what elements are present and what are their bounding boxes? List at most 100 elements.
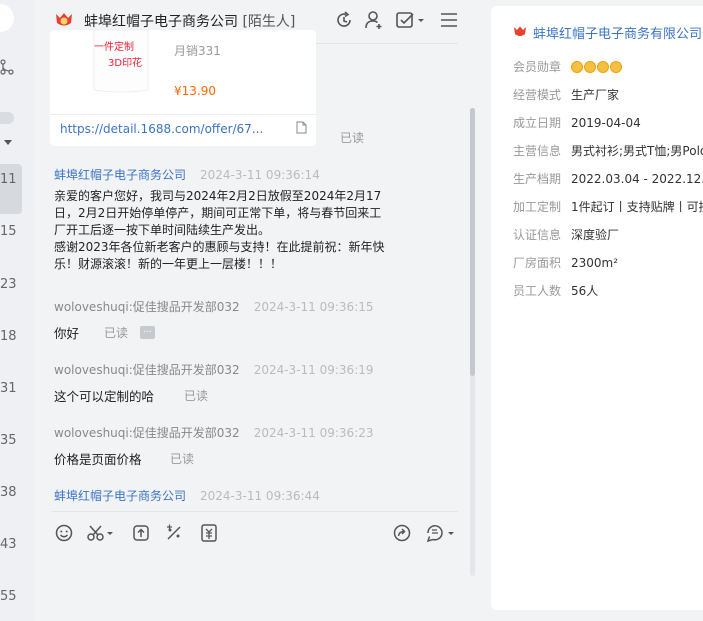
product-price: ¥13.90 [174,84,216,98]
message-text: 价格是页面价格 [54,452,142,467]
info-value: 生产厂家 [571,88,620,102]
info-label: 厂房面积 [513,256,562,270]
sender-name[interactable]: 蚌埠红帽子电子商务公司 [54,489,186,503]
info-row: 会员勋章 [513,58,623,75]
list-item-count: 31 [0,381,17,396]
info-row: 生产档期 2022.03.04 - 2022.12.31 [513,170,703,187]
product-image-text: 3D印花 [108,58,143,69]
shop-info-panel: 蚌埠红帽子电子商务有限公司 会员勋章 经营模式 生产厂家 成立日期 2019-04-… [491,6,703,610]
info-value: 56人 [571,284,599,298]
info-value: 1件起订丨支持贴牌丨可接 [571,200,703,214]
info-value: 2022.03.04 - 2022.12.31 [571,172,703,186]
list-item-count: 35 [0,433,17,448]
medal-icon [610,61,622,73]
message-time: 2024-3-11 09:36:19 [253,363,374,377]
conversation-list-strip: 11 15 23 18 31 35 38 43 55 [0,0,34,621]
info-row: 厂房面积 2300m² [513,254,618,271]
medal-icon [584,61,596,73]
message-time: 2024-3-11 09:36:15 [253,300,374,314]
info-row: 员工人数 56人 [513,282,598,299]
refresh-icon[interactable] [333,9,355,31]
shop-full-name[interactable]: 蚌埠红帽子电子商务有限公司 [533,23,702,42]
product-image-text: 一件定制 [94,42,134,53]
medal-icon [571,61,583,73]
emoji-icon[interactable] [54,523,74,543]
upload-file-icon[interactable] [131,523,151,543]
message-header: woloveshuqi:促佳搜品开发部032 2024-3-11 09:36:15 [54,298,374,315]
info-label: 会员勋章 [513,60,562,74]
product-sales: 月销331 [174,44,221,58]
shop-logo-icon [513,26,527,38]
read-status: 已读 [184,389,209,403]
message-text: 你好 [54,326,80,341]
info-row: 经营模式 生产厂家 [513,86,619,103]
info-value: 男式衬衫;男式T恤;男Polo [571,144,703,158]
message-header: woloveshuqi:促佳搜品开发部032 2024-3-11 09:36:23 [54,424,374,441]
list-item-count: 43 [0,537,17,552]
list-item-count: 38 [0,485,17,500]
sender-name[interactable]: woloveshuqi:促佳搜品开发部032 [54,363,240,377]
info-label: 员工人数 [513,284,562,298]
task-check-icon[interactable] [394,9,426,31]
message-text: 亲爱的客户您好，我司与2024年2月2日放假至2024年2月17 日，2月2日开… [54,188,394,273]
message-text: 这个可以定制的哈 [54,389,155,404]
medal-icon [597,61,609,73]
message-time: 2024-3-11 09:36:23 [253,426,374,440]
file-icon[interactable] [296,121,307,134]
read-status: 已读 [340,131,365,145]
message-time: 2024-3-11 09:36:44 [200,489,320,503]
message-line: 感谢2023年各位新老客户的惠顾与支持！在此提前祝：新年快 [54,240,385,254]
list-item-count: 11 [0,172,17,187]
quick-reply-icon[interactable] [425,523,457,543]
info-row: 认证信息 深度验厂 [513,226,619,243]
info-label: 主营信息 [513,144,562,158]
info-value: 深度验厂 [571,228,620,242]
message-line: 厂开工后逐一按下单时间陆续生产发出。 [54,223,271,237]
list-item-count: 55 [0,589,17,604]
more-icon[interactable]: ... [140,326,155,339]
info-row: 主营信息 男式衬衫;男式T恤;男Polo [513,142,703,159]
info-label: 认证信息 [513,228,562,242]
chevron-down-icon[interactable] [4,140,12,145]
info-row: 加工定制 1件起订丨支持贴牌丨可接 [513,198,703,215]
invoice-icon[interactable] [199,523,219,543]
avatar[interactable] [0,4,14,32]
toggle-switch[interactable] [0,112,14,124]
discount-icon[interactable] [164,523,184,543]
list-item-count: 15 [0,224,17,239]
message-line: 日，2月2日开始停单停产，期间可正常下单，将与春节回来工 [54,206,382,220]
product-card[interactable]: 一件定制 3D印花 月销331 ¥13.90 https://detail.16… [50,30,316,146]
message-line: 亲爱的客户您好，我司与2024年2月2日放假至2024年2月17 [54,189,382,203]
scrollbar-thumb[interactable] [470,108,475,376]
sender-name[interactable]: 蚌埠红帽子电子商务公司 [54,168,186,182]
message-header: 蚌埠红帽子电子商务公司 2024-3-11 09:36:44 [54,487,320,504]
sender-name[interactable]: woloveshuqi:促佳搜品开发部032 [54,426,240,440]
message-header: woloveshuqi:促佳搜品开发部032 2024-3-11 09:36:19 [54,361,374,378]
info-row: 成立日期 2019-04-04 [513,114,641,131]
shop-logo-icon [54,11,74,29]
info-label: 生产档期 [513,172,562,186]
read-status: 已读 [104,326,129,340]
read-status: 已读 [170,452,195,466]
list-item-count: 23 [0,277,17,292]
message-header: 蚌埠红帽子电子商务公司 2024-3-11 09:36:14 [54,166,320,183]
list-item-count: 18 [0,329,17,344]
info-value: 2019-04-04 [571,116,641,130]
scissors-icon[interactable] [86,523,116,543]
sender-name[interactable]: woloveshuqi:促佳搜品开发部032 [54,300,240,314]
product-link[interactable]: https://detail.1688.com/offer/67... [60,122,263,136]
info-label: 加工定制 [513,200,562,214]
member-medals [571,60,623,74]
chat-window: 蚌埠红帽子电子商务公司 [陌生人] 一件定制 3D印花 月销331 ¥13.90… [34,0,476,621]
card-divider [50,114,316,115]
menu-icon[interactable] [438,9,460,31]
stranger-tag: [陌生人] [242,14,296,30]
chat-title: 蚌埠红帽子电子商务公司 [陌生人] [84,11,295,31]
info-label: 成立日期 [513,116,562,130]
message-line: 乐！财源滚滚！新的一年更上一层楼！！！ [54,257,283,271]
add-user-icon[interactable] [363,9,385,31]
shop-name: 蚌埠红帽子电子商务公司 [84,14,238,30]
info-value: 2300m² [571,256,619,270]
share-icon[interactable] [392,523,412,543]
branch-icon[interactable] [0,58,14,76]
